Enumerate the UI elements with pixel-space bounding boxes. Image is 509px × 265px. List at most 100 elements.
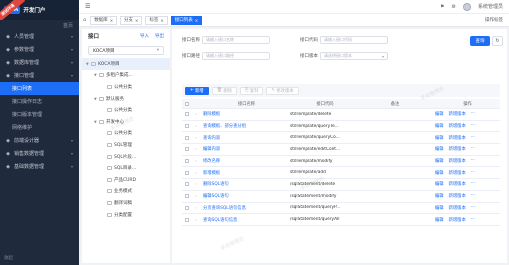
add-version-button[interactable]: 新增版本 [449, 111, 466, 117]
tab-item[interactable]: 分支 × [120, 15, 143, 25]
more-icon[interactable]: ··· [471, 158, 475, 164]
path-input[interactable]: 请输入接口路径 [202, 52, 270, 60]
row-checkbox[interactable] [185, 217, 189, 222]
tree-node[interactable]: SQL目录... [82, 162, 170, 174]
close-icon[interactable]: × [135, 18, 138, 23]
edit-button[interactable]: 编辑 [435, 193, 444, 199]
add-version-button[interactable]: 新增版本 [449, 193, 466, 199]
add-version-button[interactable]: 新增版本 [449, 217, 466, 223]
edit-button[interactable]: 编辑 [435, 217, 444, 223]
expand-row-icon[interactable]: › [192, 171, 200, 175]
more-icon[interactable]: ··· [471, 146, 475, 152]
name-input[interactable]: 请输入接口名称 [202, 36, 270, 44]
api-name[interactable]: 新增模板 [200, 170, 290, 176]
tree-node[interactable]: 业务模式 [82, 186, 170, 198]
edit-button[interactable]: 编辑 [435, 123, 444, 129]
edit-button[interactable]: 编辑 [435, 135, 444, 141]
more-icon[interactable]: ··· [471, 217, 475, 223]
close-icon[interactable]: × [195, 18, 198, 23]
tree-node[interactable]: 公共分类 [82, 128, 170, 140]
sidebar-item[interactable]: ◆ 接口管理 ▾ [0, 69, 79, 82]
query-button[interactable]: 查询 [470, 36, 490, 46]
add-button[interactable]: + 新增 [185, 86, 209, 95]
edit-button[interactable]: 编辑 [435, 170, 444, 176]
api-name[interactable]: 修改名称 [200, 158, 290, 164]
sidebar-subitem[interactable]: 接口列表 [0, 82, 79, 95]
sidebar-item[interactable]: ◆ 人员管理 ▾ [0, 30, 79, 43]
row-checkbox[interactable] [185, 182, 189, 187]
tree-node[interactable]: ▼ KOCA项目 [82, 58, 170, 70]
select-all-checkbox[interactable] [185, 101, 189, 106]
row-checkbox[interactable] [185, 170, 189, 175]
add-version-button[interactable]: 新增版本 [449, 158, 466, 164]
import-link[interactable]: 导入 [140, 33, 149, 39]
avatar[interactable] [462, 2, 471, 11]
api-name[interactable]: 查询SQL语句信息 [200, 217, 290, 223]
expand-row-icon[interactable]: › [192, 159, 200, 163]
tree-node[interactable]: SQL管理 [82, 139, 170, 151]
tree-node[interactable]: ▼ 默认服务 [82, 93, 170, 105]
project-select[interactable]: KOCA项目 ▾ [88, 46, 164, 55]
refresh-icon[interactable]: ↻ [492, 36, 503, 46]
code-input[interactable]: 请输入接口代码 [320, 36, 388, 44]
more-icon[interactable]: ··· [471, 205, 475, 211]
delete-button[interactable]: 🗑 删除 [211, 86, 237, 95]
edit-button[interactable]: 编辑 [435, 181, 444, 187]
row-checkbox[interactable] [185, 159, 189, 164]
expand-row-icon[interactable]: › [192, 194, 200, 198]
more-icon[interactable]: ··· [471, 123, 475, 129]
user-name[interactable]: 系统管理员 [478, 3, 503, 10]
api-name[interactable]: 删除SQL语句 [200, 181, 290, 187]
add-version-button[interactable]: 新增版本 [449, 170, 466, 176]
row-checkbox[interactable] [185, 147, 189, 152]
home-icon[interactable]: ⌂ [83, 17, 86, 23]
modify-version-button[interactable]: ✎ 修改版本 [266, 86, 299, 95]
collapse-toggle[interactable]: 收起 [4, 255, 13, 261]
tree-node[interactable]: SQL片段... [82, 151, 170, 163]
settings-icon[interactable]: ⚙ [452, 4, 456, 10]
row-checkbox[interactable] [185, 112, 189, 117]
row-checkbox[interactable] [185, 194, 189, 199]
sidebar-item[interactable]: ◆ 基础数据管理 ▾ [0, 160, 79, 173]
api-name[interactable]: 分页查询SQL语句信息 [200, 205, 290, 211]
add-version-button[interactable]: 新增版本 [449, 146, 466, 152]
expand-row-icon[interactable]: › [192, 136, 200, 140]
tab-item[interactable]: 数据库 × [90, 15, 118, 25]
edit-button[interactable]: 编辑 [435, 111, 444, 117]
tree-node[interactable]: 分类配置 [82, 209, 170, 221]
add-version-button[interactable]: 新增版本 [449, 123, 466, 129]
expand-row-icon[interactable]: › [192, 147, 200, 151]
sidebar-item[interactable]: ◆ 参数管理 ▾ [0, 43, 79, 56]
more-icon[interactable]: ··· [471, 181, 475, 187]
api-name[interactable]: 删除模板 [200, 111, 290, 117]
edit-button[interactable]: 编辑 [435, 205, 444, 211]
tab-item[interactable]: 接口列表 × [170, 15, 203, 25]
sidebar-item[interactable]: ◆ 前端设计器 ▾ [0, 134, 79, 147]
expand-row-icon[interactable]: › [192, 218, 200, 222]
row-checkbox[interactable] [185, 205, 189, 210]
sidebar-home[interactable]: 首页 [0, 20, 79, 30]
menu-icon[interactable]: ☰ [85, 3, 93, 10]
edit-button[interactable]: 编辑 [435, 158, 444, 164]
sidebar-subitem[interactable]: 网络维护 [0, 121, 79, 134]
tree-node[interactable]: ▼ 多租户集成... [82, 70, 170, 82]
sidebar-subitem[interactable]: 接口操作日志 [0, 95, 79, 108]
tab-actions[interactable]: 操作标签 [485, 17, 503, 23]
more-icon[interactable]: ··· [471, 135, 475, 141]
sidebar-subitem[interactable]: 接口版本管理 [0, 108, 79, 121]
api-name[interactable]: 编辑SQL语句 [200, 193, 290, 199]
tree-node[interactable]: 公共分类 [82, 104, 170, 116]
sidebar-item[interactable]: ◆ 数据库管理 ▾ [0, 56, 79, 69]
close-icon[interactable]: × [110, 18, 113, 23]
copy-button[interactable]: ⎘ 复制 [239, 86, 264, 95]
tree-node[interactable]: ▼ 开发中心 [82, 116, 170, 128]
row-checkbox[interactable] [185, 124, 189, 129]
tree-node[interactable]: 公共分类 [82, 81, 170, 93]
version-select[interactable]: 请选择接口版本 ▾ [320, 52, 388, 60]
more-icon[interactable]: ··· [471, 170, 475, 176]
export-link[interactable]: 导出 [155, 33, 164, 39]
row-checkbox[interactable] [185, 135, 189, 140]
add-version-button[interactable]: 新增版本 [449, 181, 466, 187]
add-version-button[interactable]: 新增版本 [449, 205, 466, 211]
close-icon[interactable]: × [160, 18, 163, 23]
